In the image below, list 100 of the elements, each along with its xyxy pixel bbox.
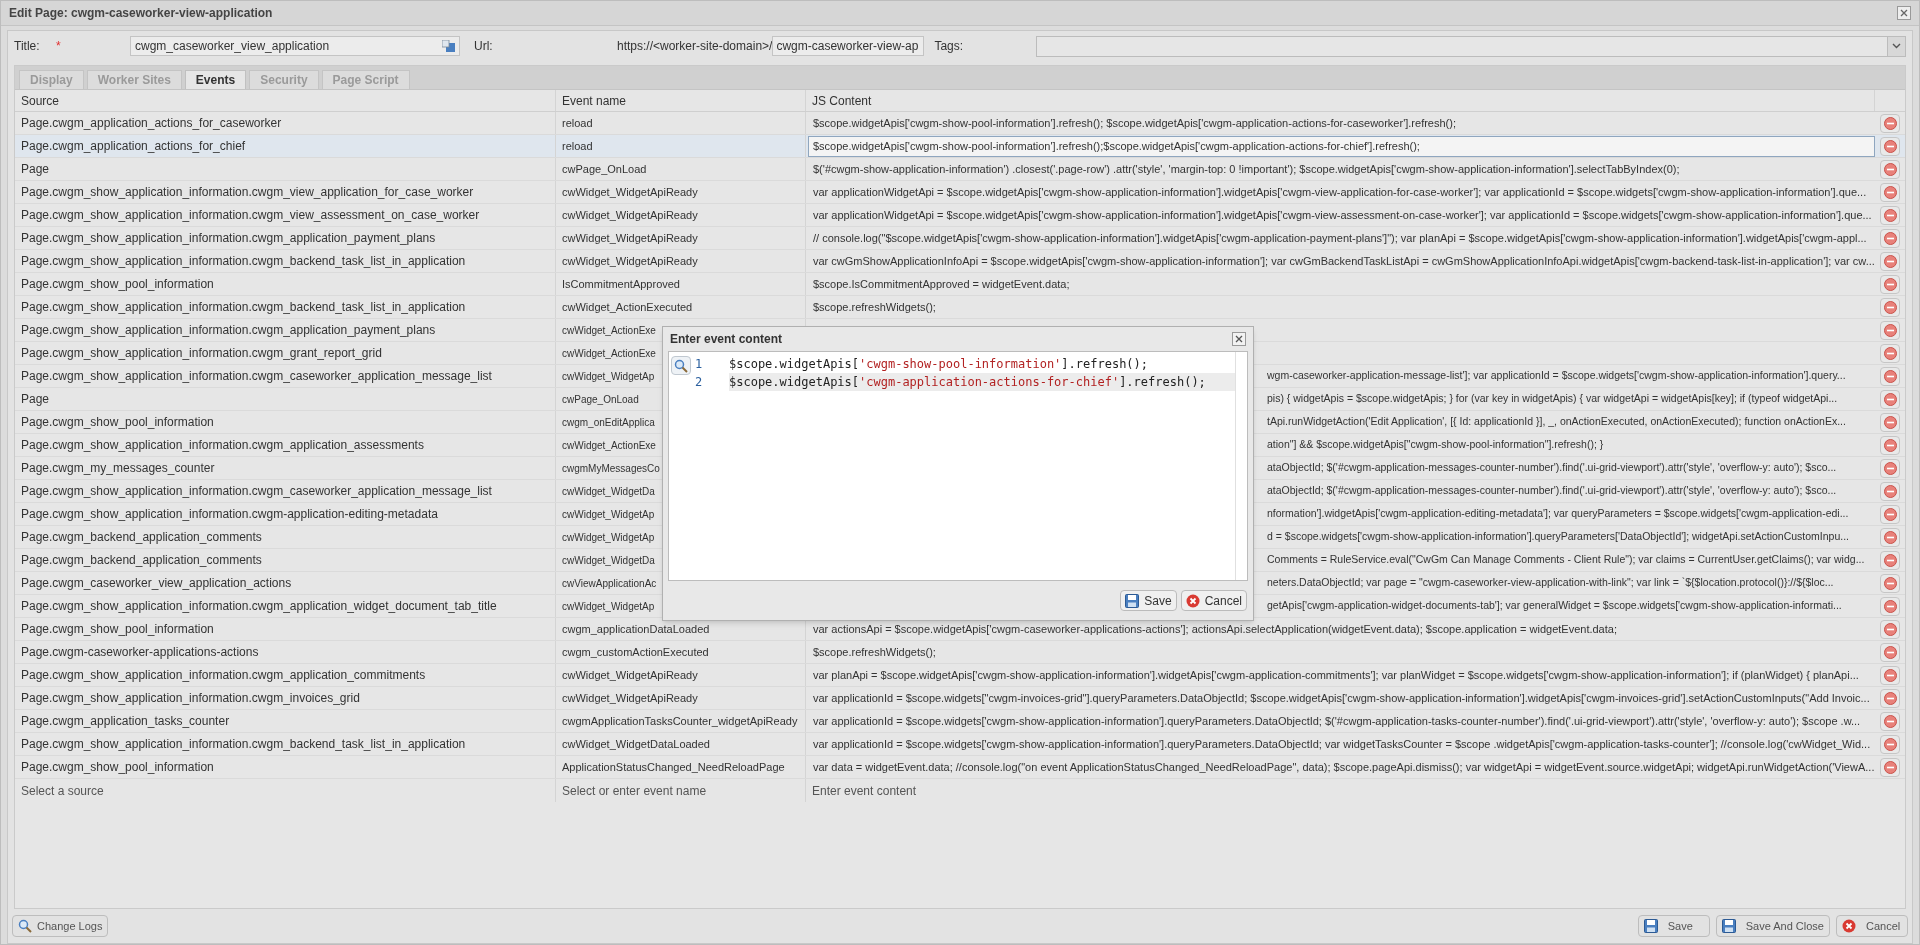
table-cell: Page.cwgm_show_pool_information [15, 411, 556, 433]
table-cell: reload [556, 135, 806, 157]
table-cell: Page.cwgm_show_pool_information [15, 618, 556, 640]
table-cell[interactable]: getApis['cwgm-application-widget-documents-tab']; var generalWidget = $scope.widgets['cwgm-show-application-informati... [1262, 595, 1875, 617]
url-field[interactable]: cwgm-caseworker-view-ap [772, 36, 925, 56]
delete-row-button[interactable] [1880, 527, 1900, 547]
table-row[interactable] [15, 618, 1905, 641]
delete-row-button[interactable] [1880, 205, 1900, 225]
table-cell[interactable]: ataObjectId; $('#cwgm-application-messages-counter-number').find('.ui-grid-viewport').attr('style', 'overflow-y: auto'); $sco... [1262, 457, 1875, 479]
table-row[interactable]: Page.cwgm_application_actions_for_chief reload $scope.widgetApis['cwgm-show-pool-information'].refresh();$scope.widgetApis['cwgm-application-actions-for-chief'].refresh(); [15, 135, 1905, 158]
close-button[interactable] [1232, 332, 1246, 346]
table-cell[interactable]: $scope.widgetApis['cwgm-show-pool-information'].refresh(); $scope.widgetApis['cwgm-application-actions-for-caseworker'].refresh(); [808, 112, 1875, 134]
delete-row-button[interactable] [1880, 688, 1900, 708]
table-cell[interactable]: nformation'].widgetApis['cwgm-application-editing-metadata']; var queryParameters = $scope.widgets['cwgm-application-edi... [1262, 503, 1875, 525]
delete-row-button[interactable] [1880, 320, 1900, 340]
cancel-button[interactable]: Cancel [1180, 590, 1247, 611]
table-cell: Page [15, 158, 556, 180]
table-row[interactable] [15, 181, 1905, 204]
event-name-field[interactable]: Select or enter event name [556, 779, 806, 802]
table-cell[interactable]: var applicationId = $scope.widgets['cwgm-show-application-information'].queryParameters.DataObjectId; var widgetTasksCounter = $scope .widgetApis['cwgm-application-tasks-counter']; //console.log('cwWidget_Wid... [808, 733, 1876, 755]
table-row[interactable] [15, 204, 1905, 227]
cancel-button[interactable]: Cancel [1836, 915, 1908, 937]
search-button[interactable] [671, 356, 691, 375]
save-button[interactable]: Save [1120, 590, 1177, 611]
table-cell[interactable]: tApi.runWidgetAction('Edit Application', [{ Id: applicationId }], _, onActionExecuted, onActionExecuted); function onActionEx... [1262, 411, 1875, 433]
table-cell[interactable]: var cwGmShowApplicationInfoApi = $scope.widgetApis['cwgm-show-application-information']; var cwGmBackendTaskListApi = cwGmShowApplicationInfoApi.widgetApis['cwgm-backend-task-list-in-application']; var cw... [808, 250, 1880, 272]
table-row[interactable] [15, 227, 1905, 250]
delete-row-button[interactable] [1880, 711, 1900, 731]
delete-row-button[interactable] [1880, 734, 1900, 754]
table-row[interactable]: Page cwPage_OnLoad $('#cwgm-show-application-information') .closest('.page-row') .attr('style', 'margin-top: 0 !important'); $scope.widgetApis['cwgm-show-application-information'].selectTabByIndex(0); [15, 158, 1905, 181]
table-row[interactable] [15, 733, 1905, 756]
source-dropdown[interactable]: Select a source [15, 779, 556, 802]
delete-row-button[interactable] [1880, 412, 1900, 432]
tab[interactable]: Events [184, 70, 247, 89]
title-field[interactable]: cwgm_caseworker_view_application [130, 36, 460, 56]
table-cell: Page.cwgm_my_messages_counter [15, 457, 556, 479]
table-cell: Page.cwgm_show_application_information.cwgm_view_application_for_case_worker [15, 181, 556, 203]
table-row[interactable] [15, 250, 1905, 273]
table-cell[interactable]: ation"] && $scope.widgetApis["cwgm-show-pool-information"].refresh(); } [1262, 434, 1875, 456]
minus-circle-icon [1883, 231, 1897, 245]
table-cell[interactable]: neters.DataObjectId; var page = "cwgm-caseworker-view-application-with-link"; var link = `${$location.protocol()}://${$loc... [1262, 572, 1875, 594]
table-cell[interactable]: pis) { widgetApis = $scope.widgetApis; } for (var key in widgetApis) { var widgetApi = widgetApis[key]; if (typeof widgetApi... [1262, 388, 1875, 410]
table-cell: Page.cwgm_show_pool_information [15, 273, 556, 295]
table-cell[interactable]: var applicationWidgetApi = $scope.widgetApis['cwgm-show-application-information'].widgetApis['cwgm-view-application-for-case-worker']; var applicationId = $scope.widgets['cwgm-show-application-information'].que... [808, 181, 1875, 203]
delete-row-button[interactable] [1880, 251, 1900, 271]
delete-row-button[interactable] [1880, 297, 1900, 317]
minus-circle-icon [1883, 116, 1897, 130]
table-row[interactable]: Page.cwgm_show_application_information.cwgm_backend_task_list_in_application cwWidget_ActionExecuted $scope.refreshWidgets(); [15, 296, 1905, 319]
delete-row-button[interactable] [1880, 389, 1900, 409]
table-row[interactable] [15, 687, 1905, 710]
table-cell: Page.cwgm_show_application_information.cwgm_application_payment_plans [15, 319, 556, 341]
table-cell[interactable]: $scope.widgetApis['cwgm-show-pool-information'].refresh();$scope.widgetApis['cwgm-application-actions-for-chief'].refresh(); [808, 135, 1875, 157]
table-cell[interactable]: $scope.refreshWidgets(); [808, 641, 1875, 663]
delete-row-button[interactable] [1880, 435, 1900, 455]
delete-row-button[interactable] [1880, 642, 1900, 662]
code-editor[interactable]: 1 2 $scope.widgetApis['cwgm-show-pool-information'].refresh(); $scope.widgetApis['cwgm-application-actions-for-chief'].refresh(); [668, 351, 1248, 581]
delete-row-button[interactable] [1880, 113, 1900, 133]
table-row[interactable]: Page.cwgm_application_actions_for_caseworker reload $scope.widgetApis['cwgm-show-pool-information'].refresh(); $scope.widgetApis['cwgm-application-actions-for-caseworker'].refresh(); [15, 112, 1905, 135]
delete-row-button[interactable] [1880, 182, 1900, 202]
save-button[interactable]: Save [1637, 915, 1710, 937]
table-cell[interactable]: var planApi = $scope.widgetApis['cwgm-show-application-information'].widgetApis['cwgm-application-commitments']; var planWidget = $scope.widgets['cwgm-show-application-information']; if (planWidget) { planApi... [808, 664, 1875, 686]
delete-row-button[interactable] [1880, 458, 1900, 478]
delete-row-button[interactable] [1880, 504, 1900, 524]
table-cell[interactable]: Comments = RuleService.eval("CwGm Can Manage Comments - Client Rule"); var claims = CurrentUser.getClaims(); var widg... [1262, 549, 1875, 571]
table-cell[interactable]: var actionsApi = $scope.widgetApis['cwgm-caseworker-applications-actions']; actionsApi.selectApplication(widgetEvent.data); $scope.application = widgetEvent.data; [808, 618, 1875, 640]
js-content-field[interactable]: Enter event content [806, 779, 1875, 802]
delete-row-button[interactable] [1880, 366, 1900, 386]
delete-row-button[interactable] [1880, 757, 1900, 777]
table-cell[interactable]: ataObjectId; $('#cwgm-application-messages-counter-number').find('.ui-grid-viewport').attr('style', 'overflow-y: auto'); $sco... [1262, 480, 1875, 502]
close-button[interactable] [1897, 6, 1911, 20]
change-logs-button[interactable]: Change Logs [12, 915, 109, 937]
delete-row-button[interactable] [1880, 343, 1900, 363]
table-cell[interactable]: $('#cwgm-show-application-information') .closest('.page-row') .attr('style', 'margin-top: 0 !important'); $scope.widgetApis['cwgm-show-application-information'].selectTabByIndex(0); [808, 158, 1875, 180]
table-cell[interactable]: $scope.IsCommitmentApproved = widgetEvent.data; [808, 273, 1875, 295]
table-row[interactable]: Page.cwgm-caseworker-applications-actions cwgm_customActionExecuted $scope.refreshWidgets(); [15, 641, 1905, 664]
table-row[interactable] [15, 664, 1905, 687]
table-cell[interactable]: d = $scope.widgets['cwgm-show-application-information'].queryParameters['DataObjectId']; widgetApi.setActionCustomInpu... [1262, 526, 1875, 548]
table-cell: Page.cwgm_show_application_information.cwgm_caseworker_application_message_list [15, 365, 556, 387]
table-row[interactable] [15, 710, 1905, 733]
table-cell[interactable]: var data = widgetEvent.data; //console.log("on event ApplicationStatusChanged_NeedReloadPage", data); $scope.pageApi.dismiss(); var widgetApi = widgetEvent.source.widgetApi; widgetApi.runWidgetAction('ViewA... [808, 756, 1880, 778]
table-row[interactable]: Page.cwgm_show_pool_information IsCommitmentApproved $scope.IsCommitmentApproved = widgetEvent.data; [15, 273, 1905, 296]
table-cell[interactable]: // console.log("$scope.widgetApis['cwgm-show-application-information'].widgetApis['cwgm-application-payment-plans']"); var planApi = $scope.widgetApis['cwgm-show-application-information'].widgetApis['cwgm-appl... [808, 227, 1875, 249]
delete-row-button[interactable] [1880, 550, 1900, 570]
save-button[interactable]: Save And Close [1715, 915, 1830, 937]
delete-row-button[interactable] [1880, 619, 1900, 639]
table-cell[interactable]: var applicationId = $scope.widgets["cwgm-invoices-grid"].queryParameters.DataObjectId; $scope.widgetApis['cwgm-show-application-information'].widgetApis['cwgm-invoices-grid'].setActionCustomInputs("Add Invoic... [808, 687, 1875, 709]
table-cell[interactable]: $scope.refreshWidgets(); [808, 296, 1875, 318]
delete-row-button[interactable] [1880, 573, 1900, 593]
delete-row-button[interactable] [1880, 481, 1900, 501]
delete-row-button[interactable] [1880, 228, 1900, 248]
close-icon [1185, 593, 1200, 608]
table-row[interactable] [15, 756, 1905, 779]
delete-row-button[interactable] [1880, 274, 1900, 294]
table-cell[interactable]: var applicationId = $scope.widgets['cwgm-show-application-information'].queryParameters.DataObjectId; $('#cwgm-application-tasks-counter-number').find('.ui-grid-viewport').attr('style', 'overflow-y: auto'); $scope .w... [808, 710, 1875, 732]
delete-row-button[interactable] [1880, 596, 1900, 616]
delete-row-button[interactable] [1880, 665, 1900, 685]
delete-row-button[interactable] [1880, 159, 1900, 179]
delete-row-button[interactable] [1880, 136, 1900, 156]
table-cell[interactable]: var applicationWidgetApi = $scope.widgetApis['cwgm-show-application-information'].widgetApis['cwgm-view-assessment-on-case-worker']; var applicationId = $scope.widgets['cwgm-show-application-information'].que... [808, 204, 1877, 226]
table-cell[interactable]: wgm-caseworker-application-message-list']; var applicationId = $scope.widgets['cwgm-show-application-information'].query... [1262, 365, 1875, 387]
